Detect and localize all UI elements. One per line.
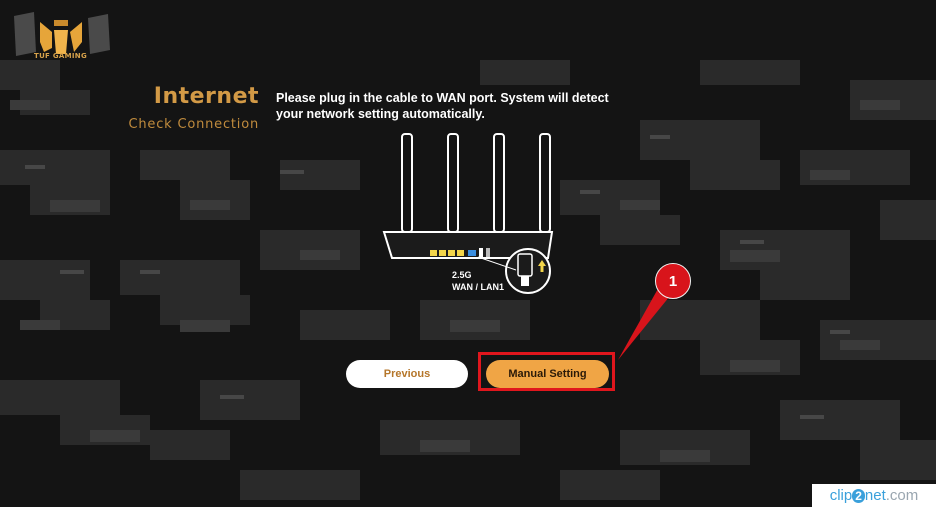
instruction-text: Please plug in the cable to WAN port. Sy… xyxy=(276,91,609,121)
step-number-badge: 1 xyxy=(655,263,691,299)
callout-highlight-box xyxy=(478,352,615,391)
watermark-part-com: .com xyxy=(885,487,919,504)
watermark-part-clip: clip xyxy=(829,487,853,504)
previous-button[interactable]: Previous xyxy=(346,360,468,388)
page-title: Internet xyxy=(153,84,259,109)
clip2net-watermark: clip 2 net .com xyxy=(812,484,936,507)
watermark-part-net: net xyxy=(864,487,886,504)
page-subtitle: Check Connection xyxy=(128,117,259,132)
port-label-name: WAN / LAN1 xyxy=(452,282,505,292)
logo-text: TUF GAMING xyxy=(34,52,88,60)
port-label-speed: 2.5G xyxy=(452,270,472,280)
watermark-part-2: 2 xyxy=(852,488,865,503)
